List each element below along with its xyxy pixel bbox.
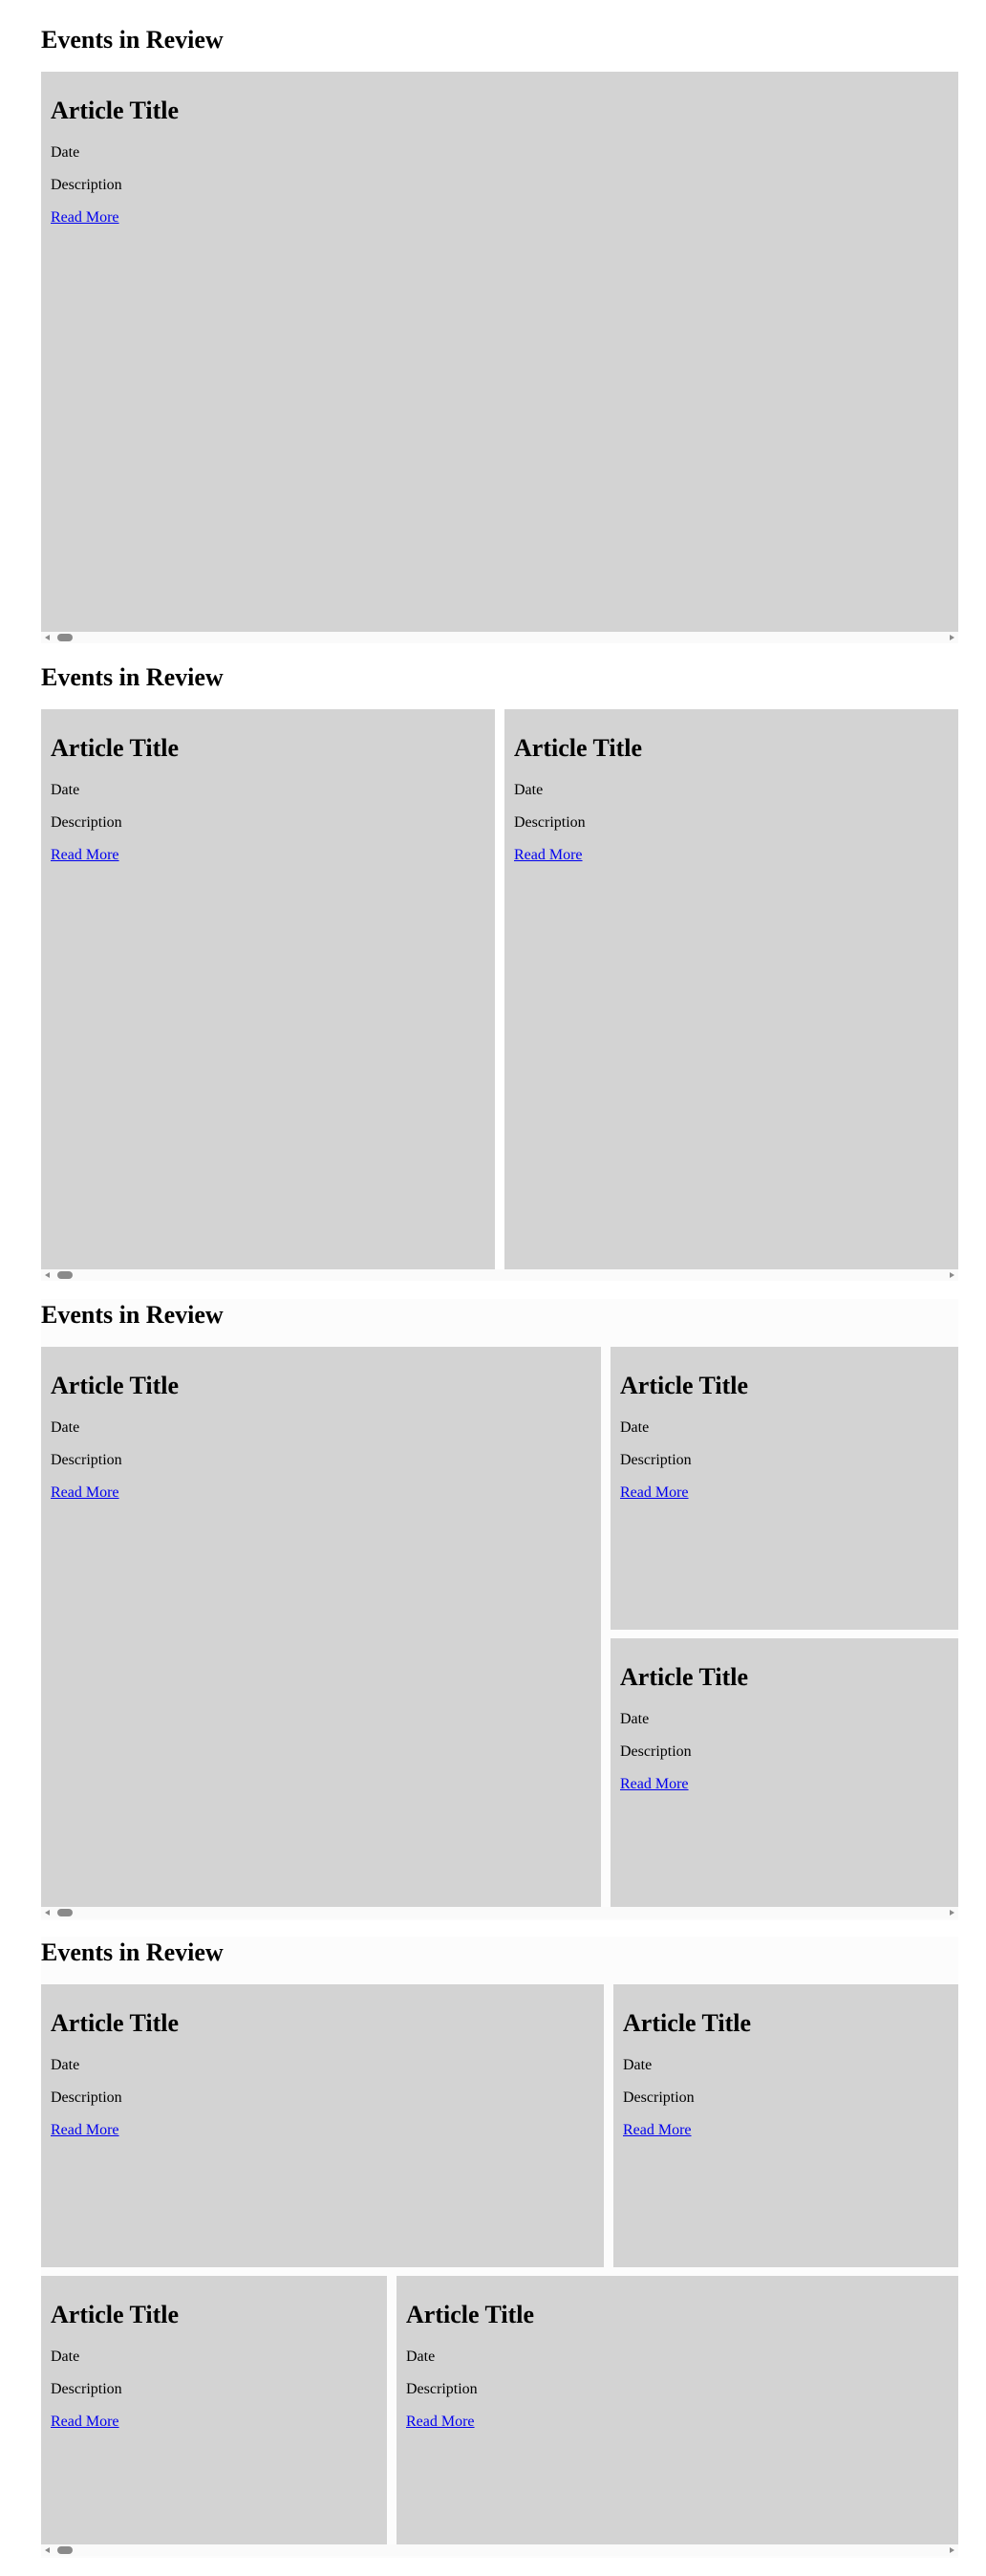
article-title: Article Title: [51, 1372, 180, 1399]
horizontal-scrollbar[interactable]: [41, 1269, 958, 1281]
events-section-1: Events in Review Article Title Date Desc…: [41, 24, 958, 645]
article-description: Description: [406, 2381, 478, 2397]
article-description: Description: [51, 2381, 122, 2397]
article-date: Date: [51, 144, 80, 161]
article-card: Article Title Date Description Read More: [613, 1984, 958, 2267]
article-card: Article Title Date Description Read More: [41, 72, 958, 632]
article-title: Article Title: [51, 97, 180, 124]
scroll-right-arrow-icon[interactable]: [950, 1272, 954, 1278]
article-title: Article Title: [623, 2009, 752, 2037]
read-more-link[interactable]: Read More: [623, 2121, 692, 2140]
section-title: Events in Review: [41, 1301, 224, 1329]
article-date: Date: [620, 1419, 650, 1436]
article-title: Article Title: [51, 2009, 180, 2037]
article-title: Article Title: [406, 2301, 535, 2328]
article-date: Date: [406, 2349, 436, 2365]
article-date: Date: [514, 782, 544, 798]
article-card: Article Title Date Description Read More: [41, 1984, 604, 2267]
read-more-link[interactable]: Read More: [406, 2413, 475, 2432]
scrollbar-thumb[interactable]: [57, 1909, 73, 1916]
article-card: Article Title Date Description Read More: [41, 709, 495, 1269]
article-title: Article Title: [514, 734, 643, 762]
section-title: Events in Review: [41, 26, 224, 54]
horizontal-scrollbar[interactable]: [41, 1907, 958, 1918]
events-section-3: Events in Review Article Title Date Desc…: [41, 1299, 958, 1920]
horizontal-scrollbar[interactable]: [41, 2544, 958, 2556]
scroll-left-arrow-icon[interactable]: [45, 1910, 50, 1916]
horizontal-scrollbar[interactable]: [41, 632, 958, 643]
article-title: Article Title: [620, 1372, 749, 1399]
scrollbar-thumb[interactable]: [57, 2546, 73, 2554]
article-description: Description: [514, 814, 586, 831]
article-description: Description: [623, 2089, 695, 2106]
article-card: Article Title Date Description Read More: [41, 2276, 387, 2544]
events-section-2: Events in Review Article Title Date Desc…: [41, 661, 958, 1283]
article-date: Date: [51, 782, 80, 798]
article-date: Date: [620, 1711, 650, 1727]
article-date: Date: [51, 2349, 80, 2365]
section-title: Events in Review: [41, 1938, 224, 1966]
article-description: Description: [51, 814, 122, 831]
read-more-link[interactable]: Read More: [514, 846, 583, 865]
article-title: Article Title: [51, 734, 180, 762]
article-date: Date: [623, 2057, 653, 2073]
article-date: Date: [51, 2057, 80, 2073]
scroll-right-arrow-icon[interactable]: [950, 1910, 954, 1916]
read-more-link[interactable]: Read More: [51, 2413, 119, 2432]
article-title: Article Title: [51, 2301, 180, 2328]
scroll-right-arrow-icon[interactable]: [950, 635, 954, 640]
read-more-link[interactable]: Read More: [51, 846, 119, 865]
events-section-4: Events in Review Article Title Date Desc…: [41, 1937, 958, 2558]
scrollbar-thumb[interactable]: [57, 1271, 73, 1279]
read-more-link[interactable]: Read More: [51, 2121, 119, 2140]
read-more-link[interactable]: Read More: [51, 1483, 119, 1503]
article-card: Article Title Date Description Read More: [611, 1638, 958, 1907]
read-more-link[interactable]: Read More: [51, 208, 119, 227]
article-title: Article Title: [620, 1663, 749, 1691]
article-date: Date: [51, 1419, 80, 1436]
scroll-right-arrow-icon[interactable]: [950, 2547, 954, 2553]
scroll-left-arrow-icon[interactable]: [45, 1272, 50, 1278]
read-more-link[interactable]: Read More: [620, 1775, 689, 1794]
article-description: Description: [51, 2089, 122, 2106]
article-description: Description: [51, 1452, 122, 1468]
article-card: Article Title Date Description Read More: [41, 1347, 601, 1907]
scroll-left-arrow-icon[interactable]: [45, 2547, 50, 2553]
section-title: Events in Review: [41, 663, 224, 691]
scroll-left-arrow-icon[interactable]: [45, 635, 50, 640]
article-description: Description: [620, 1743, 692, 1760]
read-more-link[interactable]: Read More: [620, 1483, 689, 1503]
article-description: Description: [620, 1452, 692, 1468]
scrollbar-thumb[interactable]: [57, 634, 73, 641]
article-card: Article Title Date Description Read More: [397, 2276, 958, 2544]
article-description: Description: [51, 177, 122, 193]
article-card: Article Title Date Description Read More: [504, 709, 958, 1269]
article-card: Article Title Date Description Read More: [611, 1347, 958, 1630]
